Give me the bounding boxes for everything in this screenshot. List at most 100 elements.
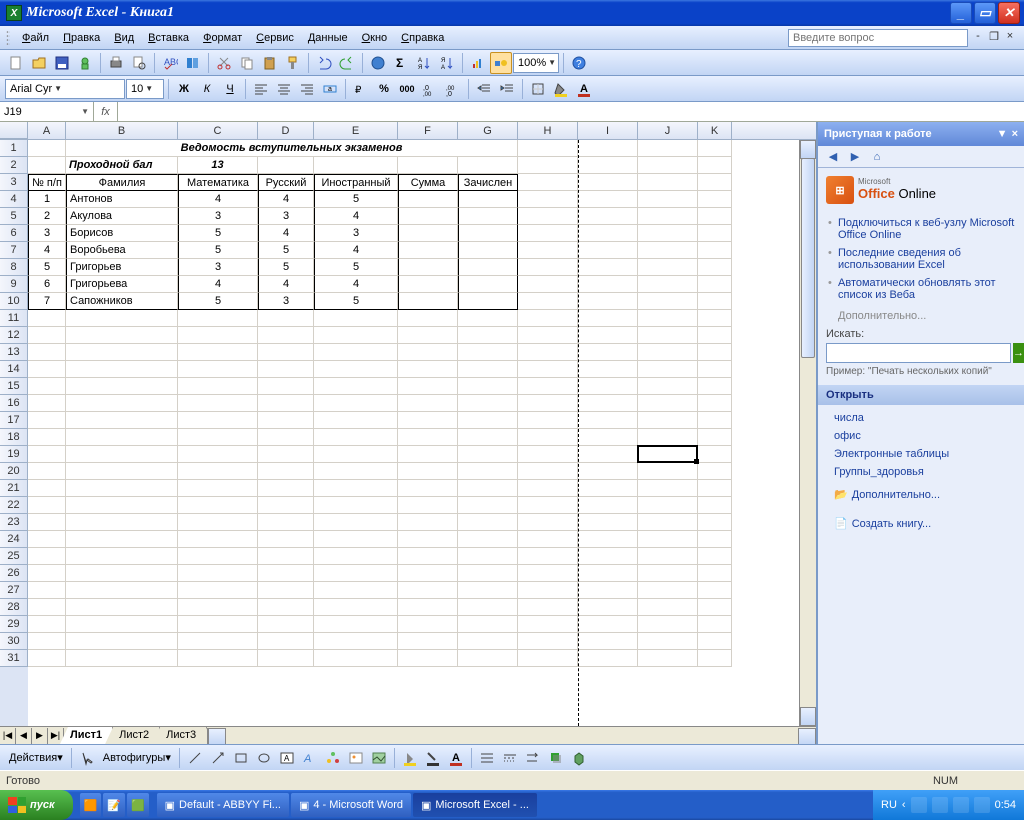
cell[interactable] xyxy=(698,225,732,242)
cell[interactable] xyxy=(314,395,398,412)
cell[interactable] xyxy=(458,616,518,633)
font-color-icon[interactable]: A xyxy=(573,78,595,100)
cell[interactable] xyxy=(398,327,458,344)
cell[interactable] xyxy=(638,327,698,344)
tray-chevron-icon[interactable]: ‹ xyxy=(902,799,906,811)
cell[interactable] xyxy=(258,565,314,582)
cell[interactable] xyxy=(28,480,66,497)
autoshapes-menu[interactable]: Автофигуры ▾ xyxy=(99,747,175,769)
row-header[interactable]: 1 xyxy=(0,140,28,157)
cell[interactable] xyxy=(638,174,698,191)
copy-icon[interactable] xyxy=(236,52,258,74)
cell[interactable]: 4 xyxy=(258,191,314,208)
row-header[interactable]: 30 xyxy=(0,633,28,650)
cell[interactable] xyxy=(698,293,732,310)
cell[interactable]: 3 xyxy=(178,208,258,225)
cell[interactable] xyxy=(28,327,66,344)
italic-icon[interactable]: К xyxy=(196,78,218,100)
cell[interactable] xyxy=(578,599,638,616)
column-header[interactable]: C xyxy=(178,122,258,139)
cell[interactable] xyxy=(698,531,732,548)
cell[interactable] xyxy=(398,650,458,667)
cell[interactable] xyxy=(458,412,518,429)
increase-decimal-icon[interactable]: ,0,00 xyxy=(419,78,441,100)
row-header[interactable]: 26 xyxy=(0,565,28,582)
cell[interactable] xyxy=(638,429,698,446)
cell[interactable] xyxy=(398,242,458,259)
doc-close-button[interactable]: × xyxy=(1002,28,1018,44)
cell[interactable] xyxy=(398,293,458,310)
cell[interactable]: 6 xyxy=(28,276,66,293)
cell[interactable] xyxy=(314,327,398,344)
align-center-icon[interactable] xyxy=(273,78,295,100)
cell[interactable] xyxy=(458,225,518,242)
cell[interactable] xyxy=(314,310,398,327)
cell[interactable] xyxy=(28,582,66,599)
forward-icon[interactable]: ▶ xyxy=(846,148,864,166)
cell[interactable] xyxy=(518,191,578,208)
maximize-button[interactable]: ▭ xyxy=(974,2,996,24)
menu-view[interactable]: Вид xyxy=(108,30,140,46)
cell[interactable] xyxy=(398,531,458,548)
task-pane-dropdown-icon[interactable]: ▼ xyxy=(997,128,1008,140)
arrow-icon[interactable] xyxy=(207,747,229,769)
cell[interactable]: 4 xyxy=(314,276,398,293)
row-header[interactable]: 16 xyxy=(0,395,28,412)
cell[interactable] xyxy=(578,395,638,412)
cell[interactable]: 5 xyxy=(178,293,258,310)
cell[interactable] xyxy=(638,599,698,616)
cell[interactable] xyxy=(578,616,638,633)
cell[interactable] xyxy=(638,633,698,650)
cell[interactable]: 5 xyxy=(314,293,398,310)
arrow-style-icon[interactable] xyxy=(522,747,544,769)
cell[interactable] xyxy=(638,157,698,174)
cell[interactable] xyxy=(178,344,258,361)
quick-launch[interactable]: 🟧 xyxy=(80,793,102,817)
cell[interactable] xyxy=(518,497,578,514)
sort-asc-icon[interactable]: АЯ xyxy=(413,52,435,74)
cell[interactable] xyxy=(638,361,698,378)
column-header[interactable]: E xyxy=(314,122,398,139)
picture-icon[interactable] xyxy=(368,747,390,769)
row-header[interactable]: 13 xyxy=(0,344,28,361)
menu-insert[interactable]: Вставка xyxy=(142,30,195,46)
cell[interactable]: 4 xyxy=(178,191,258,208)
row-header[interactable]: 28 xyxy=(0,599,28,616)
cell[interactable] xyxy=(66,361,178,378)
cell[interactable] xyxy=(638,225,698,242)
fill-color-icon[interactable] xyxy=(399,747,421,769)
cell[interactable] xyxy=(578,310,638,327)
zoom-dropdown[interactable]: 100%▼ xyxy=(513,53,559,73)
back-icon[interactable]: ◀ xyxy=(824,148,842,166)
cell[interactable] xyxy=(458,497,518,514)
cell[interactable] xyxy=(258,429,314,446)
cell[interactable] xyxy=(28,650,66,667)
cell[interactable] xyxy=(458,514,518,531)
column-header[interactable]: K xyxy=(698,122,732,139)
cell[interactable] xyxy=(66,463,178,480)
cell[interactable] xyxy=(458,599,518,616)
cell[interactable] xyxy=(458,650,518,667)
cell[interactable] xyxy=(178,412,258,429)
cell[interactable] xyxy=(314,463,398,480)
cell[interactable] xyxy=(578,208,638,225)
cell[interactable] xyxy=(518,548,578,565)
cell[interactable] xyxy=(518,276,578,293)
cell[interactable] xyxy=(638,650,698,667)
row-header[interactable]: 20 xyxy=(0,463,28,480)
cell[interactable] xyxy=(28,531,66,548)
menu-help[interactable]: Справка xyxy=(395,30,450,46)
cell[interactable] xyxy=(698,395,732,412)
cell[interactable] xyxy=(398,480,458,497)
line-icon[interactable] xyxy=(184,747,206,769)
research-icon[interactable] xyxy=(182,52,204,74)
cell[interactable] xyxy=(28,412,66,429)
cell[interactable] xyxy=(314,565,398,582)
doc-restore-button[interactable]: ❐ xyxy=(986,28,1002,44)
cell[interactable] xyxy=(66,412,178,429)
cell[interactable] xyxy=(698,514,732,531)
underline-icon[interactable]: Ч xyxy=(219,78,241,100)
cell[interactable] xyxy=(258,361,314,378)
cell[interactable]: 5 xyxy=(28,259,66,276)
cell[interactable] xyxy=(638,582,698,599)
